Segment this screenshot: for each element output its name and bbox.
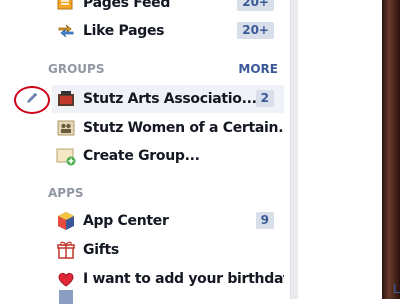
- edit-pencil-annotation: [14, 86, 50, 114]
- column-divider: [290, 0, 298, 299]
- sidebar-item-label: Stutz Arts Associatio...: [83, 91, 257, 107]
- groups-more-link[interactable]: MORE: [238, 62, 278, 76]
- heart-icon: [56, 269, 76, 289]
- groups-section-heading: GROUPS MORE: [48, 62, 278, 78]
- sidebar-item-app-center[interactable]: App Center 9: [52, 207, 284, 235]
- group-icon: [56, 89, 76, 109]
- sidebar-item-gifts[interactable]: Gifts: [52, 236, 284, 264]
- sidebar-item-birthday[interactable]: I want to add your birthday: [52, 265, 284, 293]
- app-icon: [56, 288, 76, 308]
- sidebar-item-label: I want to add your birthday: [83, 271, 284, 287]
- content-link-fragment[interactable]: L: [393, 281, 400, 296]
- sidebar-item-label: Stutz Women of a Certain...: [83, 120, 284, 136]
- count-badge: 2: [255, 90, 274, 107]
- pencil-icon[interactable]: [25, 91, 39, 110]
- sidebar-item-pages-feed[interactable]: Pages Feed 20+: [52, 0, 284, 17]
- sidebar-item-label: Gifts: [83, 242, 119, 258]
- sidebar-item-like-pages[interactable]: Like Pages 20+: [52, 17, 284, 45]
- gift-icon: [56, 240, 76, 260]
- pages-feed-icon: [56, 0, 76, 13]
- like-pages-icon: [56, 21, 76, 41]
- create-group-icon: [56, 146, 76, 166]
- group-people-icon: [56, 118, 76, 138]
- apps-heading-label: APPS: [48, 186, 84, 200]
- sidebar-item-stutz-arts[interactable]: Stutz Arts Associatio... 2: [52, 85, 284, 113]
- count-badge: 20+: [237, 0, 274, 11]
- left-sidebar: Pages Feed 20+ Like Pages 20+ GROUPS MOR…: [0, 0, 290, 304]
- apps-section-heading: APPS: [48, 186, 278, 202]
- count-badge: 20+: [237, 22, 274, 39]
- count-badge: 9: [255, 212, 274, 229]
- sidebar-item-stutz-women[interactable]: Stutz Women of a Certain...: [52, 114, 284, 142]
- app-center-icon: [56, 211, 76, 231]
- groups-heading-label: GROUPS: [48, 62, 105, 76]
- sidebar-item-create-group[interactable]: Create Group...: [52, 142, 284, 170]
- sidebar-item-label: Create Group...: [83, 148, 200, 164]
- content-photo[interactable]: [382, 0, 400, 299]
- sidebar-item-partial[interactable]: [52, 290, 284, 304]
- sidebar-item-label: App Center: [83, 213, 169, 229]
